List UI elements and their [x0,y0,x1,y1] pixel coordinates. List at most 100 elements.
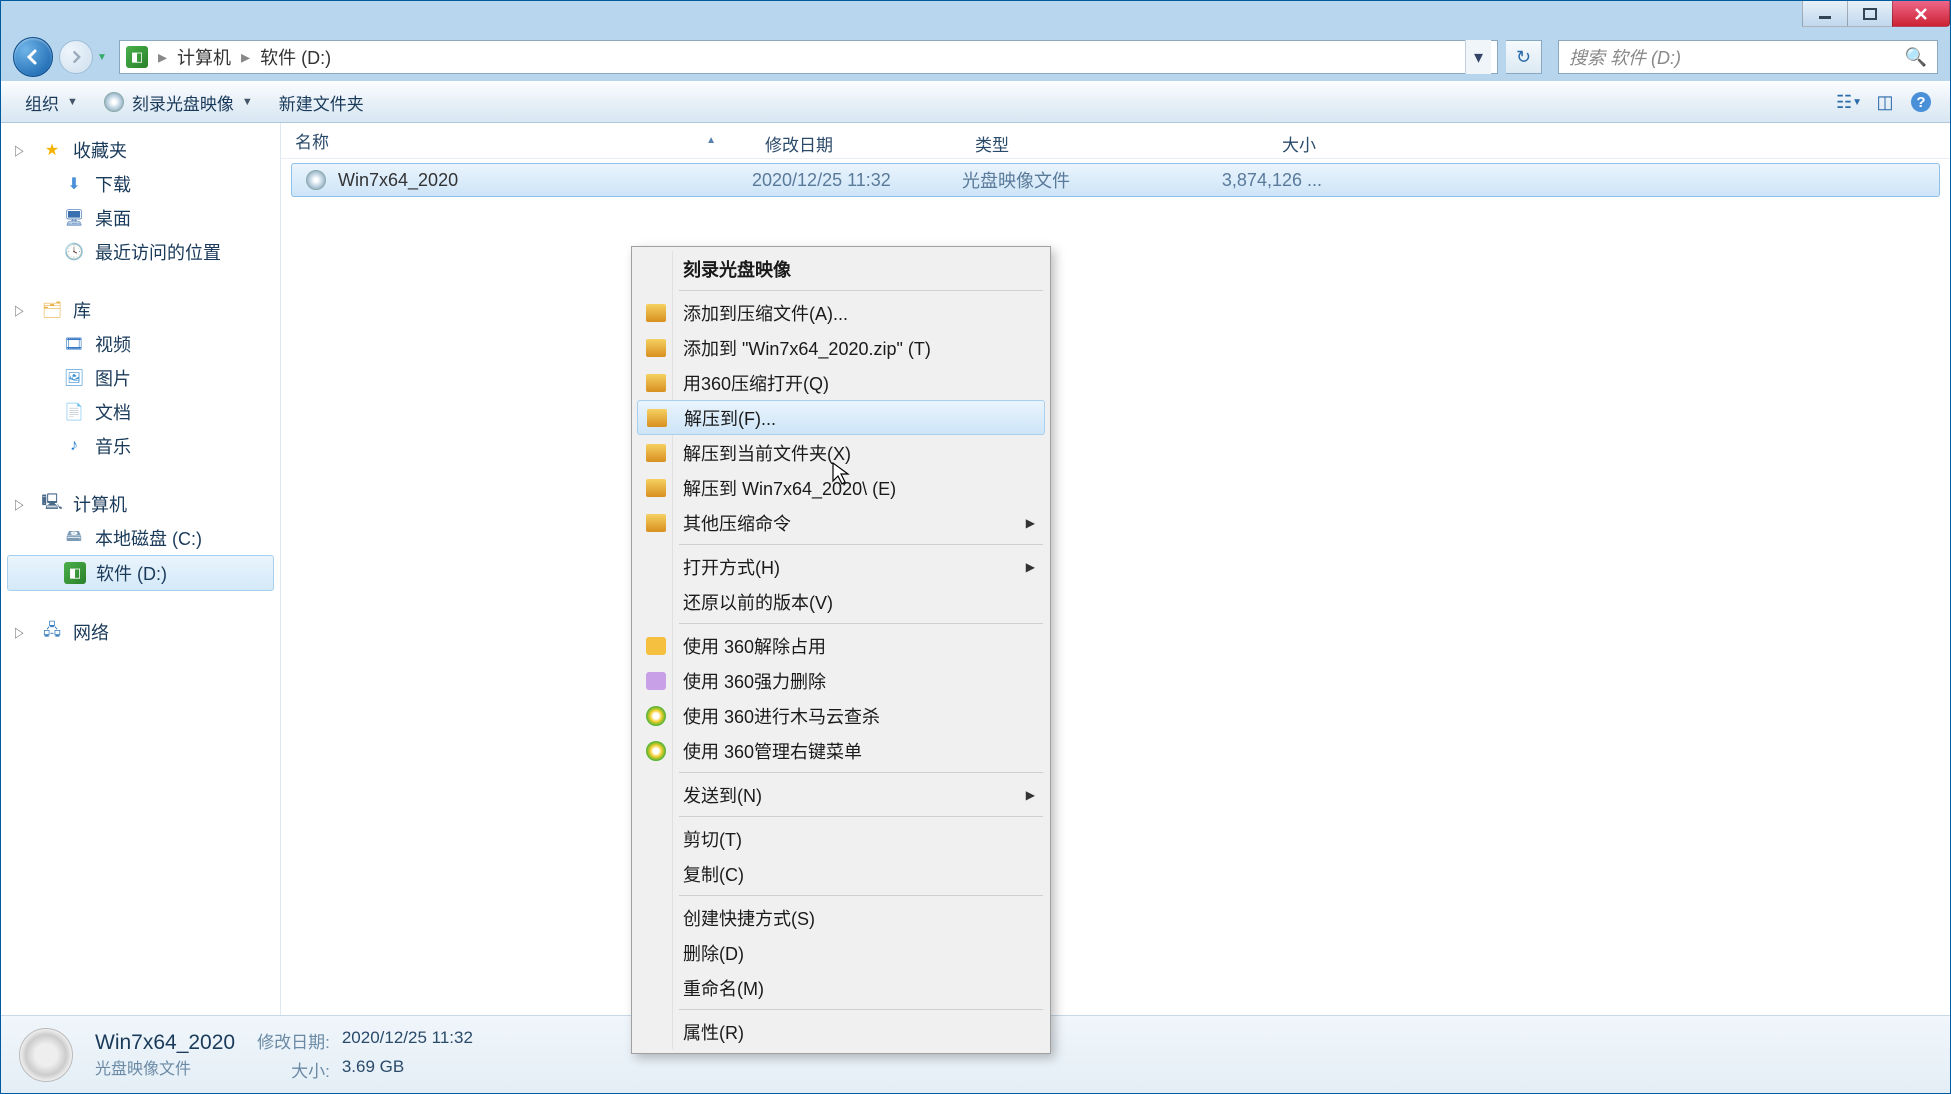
file-date: 2020/12/25 11:32 [752,170,962,191]
sidebar-item-drive-d[interactable]: ◧软件 (D:) [7,555,274,591]
sidebar-item-downloads[interactable]: ⬇下载 [1,167,280,201]
back-button[interactable] [13,37,53,77]
ctx-360-unlock[interactable]: 使用 360解除占用 [635,628,1047,663]
ctx-delete[interactable]: 删除(D) [635,935,1047,970]
zip-icon [646,304,666,322]
ctx-copy[interactable]: 复制(C) [635,856,1047,891]
details-filetype: 光盘映像文件 [95,1055,235,1079]
col-name[interactable]: 名称▲ [281,123,751,158]
ctx-rename[interactable]: 重命名(M) [635,970,1047,1005]
address-dropdown[interactable]: ▾ [1465,40,1491,74]
ctx-extract-here[interactable]: 解压到当前文件夹(X) [635,435,1047,470]
sidebar-item-recent[interactable]: 🕓最近访问的位置 [1,235,280,269]
sidebar: ★收藏夹 ⬇下载 🖥桌面 🕓最近访问的位置 🗂库 🎞视频 🖼图片 📄文档 ♪音乐… [1,123,281,1015]
refresh-button[interactable]: ↻ [1506,40,1542,74]
new-folder-button[interactable]: 新建文件夹 [269,86,374,119]
sidebar-network[interactable]: 🖧网络 [1,615,280,649]
360-icon [646,706,666,726]
burn-disc-image-button[interactable]: 刻录光盘映像▼ [94,86,263,119]
titlebar [1,1,1950,33]
address-bar[interactable]: ◧ ▸ 计算机 ▸ 软件 (D:) ▾ [119,40,1498,74]
zip-icon [646,514,666,532]
sort-asc-icon: ▲ [706,135,716,146]
sidebar-item-documents[interactable]: 📄文档 [1,395,280,429]
submenu-arrow-icon: ▶ [1026,788,1035,802]
ctx-extract-to[interactable]: 解压到(F)... [637,400,1045,435]
file-size: 3,874,126 ... [1172,170,1332,191]
sidebar-item-pictures[interactable]: 🖼图片 [1,361,280,395]
desktop-icon: 🖥 [63,207,85,229]
sidebar-libraries[interactable]: 🗂库 [1,293,280,327]
music-icon: ♪ [63,435,85,457]
sidebar-computer[interactable]: 🖳计算机 [1,487,280,521]
breadcrumb-current[interactable]: 软件 (D:) [260,44,331,70]
ctx-add-to-named-zip[interactable]: 添加到 "Win7x64_2020.zip" (T) [635,330,1047,365]
ctx-360-trojan-scan[interactable]: 使用 360进行木马云查杀 [635,698,1047,733]
picture-icon: 🖼 [63,367,85,389]
disc-icon [104,92,124,112]
col-date[interactable]: 修改日期 [751,123,961,158]
details-size-value: 3.69 GB [342,1057,473,1082]
minimize-button[interactable] [1802,1,1848,27]
explorer-window: ▼ ◧ ▸ 计算机 ▸ 软件 (D:) ▾ ↻ 搜索 软件 (D:) 🔍 组织▼… [0,0,1951,1094]
sidebar-item-music[interactable]: ♪音乐 [1,429,280,463]
ctx-360-force-delete[interactable]: 使用 360强力删除 [635,663,1047,698]
zip-icon [646,479,666,497]
network-icon: 🖧 [41,621,63,643]
details-filename: Win7x64_2020 [95,1031,235,1055]
recent-icon: 🕓 [63,241,85,263]
drive-icon: ◧ [126,46,148,68]
sidebar-favorites[interactable]: ★收藏夹 [1,133,280,167]
computer-icon: 🖳 [41,493,63,515]
breadcrumb-sep-icon: ▸ [158,47,167,68]
disc-large-icon [19,1028,73,1082]
help-button[interactable]: ? [1906,87,1936,117]
ctx-restore-versions[interactable]: 还原以前的版本(V) [635,584,1047,619]
submenu-arrow-icon: ▶ [1026,516,1035,530]
view-button[interactable]: ☷ ▼ [1834,87,1864,117]
file-name: Win7x64_2020 [338,170,458,191]
nav-buttons: ▼ [13,37,111,77]
ctx-cut[interactable]: 剪切(T) [635,821,1047,856]
nav-history-dropdown[interactable]: ▼ [93,40,111,74]
sidebar-item-drive-c[interactable]: 🖴本地磁盘 (C:) [1,521,280,555]
ctx-add-to-archive[interactable]: 添加到压缩文件(A)... [635,295,1047,330]
360-icon [646,741,666,761]
forward-button[interactable] [59,40,93,74]
file-row[interactable]: Win7x64_2020 2020/12/25 11:32 光盘映像文件 3,8… [291,163,1940,197]
svg-text:?: ? [1916,94,1925,111]
ctx-create-shortcut[interactable]: 创建快捷方式(S) [635,900,1047,935]
ctx-360-manage-menu[interactable]: 使用 360管理右键菜单 [635,733,1047,768]
ctx-burn-disc-image[interactable]: 刻录光盘映像 [635,251,1047,286]
col-type[interactable]: 类型 [961,123,1171,158]
ctx-send-to[interactable]: 发送到(N)▶ [635,777,1047,812]
file-type: 光盘映像文件 [962,167,1172,193]
ctx-open-360zip[interactable]: 用360压缩打开(Q) [635,365,1047,400]
document-icon: 📄 [63,401,85,423]
breadcrumb-sep-icon: ▸ [241,47,250,68]
zip-icon [647,409,667,427]
details-date-value: 2020/12/25 11:32 [342,1028,473,1053]
360-icon [646,672,666,690]
toolbar: 组织▼ 刻录光盘映像▼ 新建文件夹 ☷ ▼ ◫ ? [1,81,1950,123]
search-icon: 🔍 [1905,47,1927,68]
sidebar-item-desktop[interactable]: 🖥桌面 [1,201,280,235]
star-icon: ★ [41,139,63,161]
preview-pane-button[interactable]: ◫ [1870,87,1900,117]
ctx-extract-to-folder[interactable]: 解压到 Win7x64_2020\ (E) [635,470,1047,505]
file-list-area: 名称▲ 修改日期 类型 大小 Win7x64_2020 2020/12/25 1… [281,123,1950,1015]
search-box[interactable]: 搜索 软件 (D:) 🔍 [1558,40,1938,74]
ctx-properties[interactable]: 属性(R) [635,1014,1047,1049]
maximize-button[interactable] [1847,1,1893,27]
ctx-other-zip-commands[interactable]: 其他压缩命令▶ [635,505,1047,540]
window-controls [1803,1,1950,33]
ctx-open-with[interactable]: 打开方式(H)▶ [635,549,1047,584]
breadcrumb-root[interactable]: 计算机 [177,44,231,70]
disc-file-icon [306,170,326,190]
col-size[interactable]: 大小 [1171,123,1331,158]
organize-button[interactable]: 组织▼ [15,86,88,119]
context-menu: 刻录光盘映像 添加到压缩文件(A)... 添加到 "Win7x64_2020.z… [631,246,1051,1054]
close-button[interactable] [1892,1,1950,27]
submenu-arrow-icon: ▶ [1026,560,1035,574]
sidebar-item-videos[interactable]: 🎞视频 [1,327,280,361]
